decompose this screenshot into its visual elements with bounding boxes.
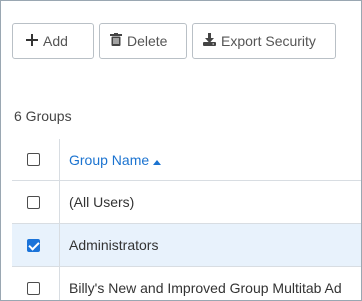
group-name-header-label: Group Name [69, 151, 150, 168]
row-checkbox[interactable] [27, 281, 40, 295]
group-name-header[interactable]: Group Name [60, 151, 162, 168]
table-row[interactable]: Administrators [12, 223, 361, 266]
group-name-cell: Billy's New and Improved Group Multitab … [69, 280, 342, 296]
group-count: 6 Groups [14, 108, 72, 124]
select-all-checkbox[interactable] [27, 153, 40, 166]
row-checkbox-cell [12, 267, 60, 300]
group-name-cell: Administrators [69, 237, 159, 253]
download-icon [203, 33, 216, 49]
delete-button-label: Delete [127, 33, 168, 49]
group-name-cell: (All Users) [69, 194, 135, 210]
table-header-row: Group Name [12, 139, 361, 180]
toolbar: Add Delete Export Security [12, 23, 336, 59]
add-button-label: Add [43, 33, 68, 49]
groups-panel: Add Delete Export Security 6 Groups Grou… [0, 0, 362, 301]
export-security-button[interactable]: Export Security [192, 23, 336, 59]
groups-table: Group Name (All Users) Administrators Bi… [12, 139, 361, 300]
select-all-cell [12, 139, 60, 180]
add-button[interactable]: Add [12, 23, 94, 59]
table-row[interactable]: (All Users) [12, 180, 361, 223]
delete-button[interactable]: Delete [99, 23, 187, 59]
row-checkbox[interactable] [27, 195, 40, 209]
row-checkbox-cell [12, 224, 60, 266]
table-row[interactable]: Billy's New and Improved Group Multitab … [12, 266, 361, 300]
trash-icon [110, 33, 122, 49]
export-security-button-label: Export Security [221, 33, 316, 49]
row-checkbox[interactable] [27, 238, 40, 252]
row-checkbox-cell [12, 181, 60, 223]
plus-icon [26, 33, 38, 49]
sort-ascending-icon [153, 152, 162, 168]
